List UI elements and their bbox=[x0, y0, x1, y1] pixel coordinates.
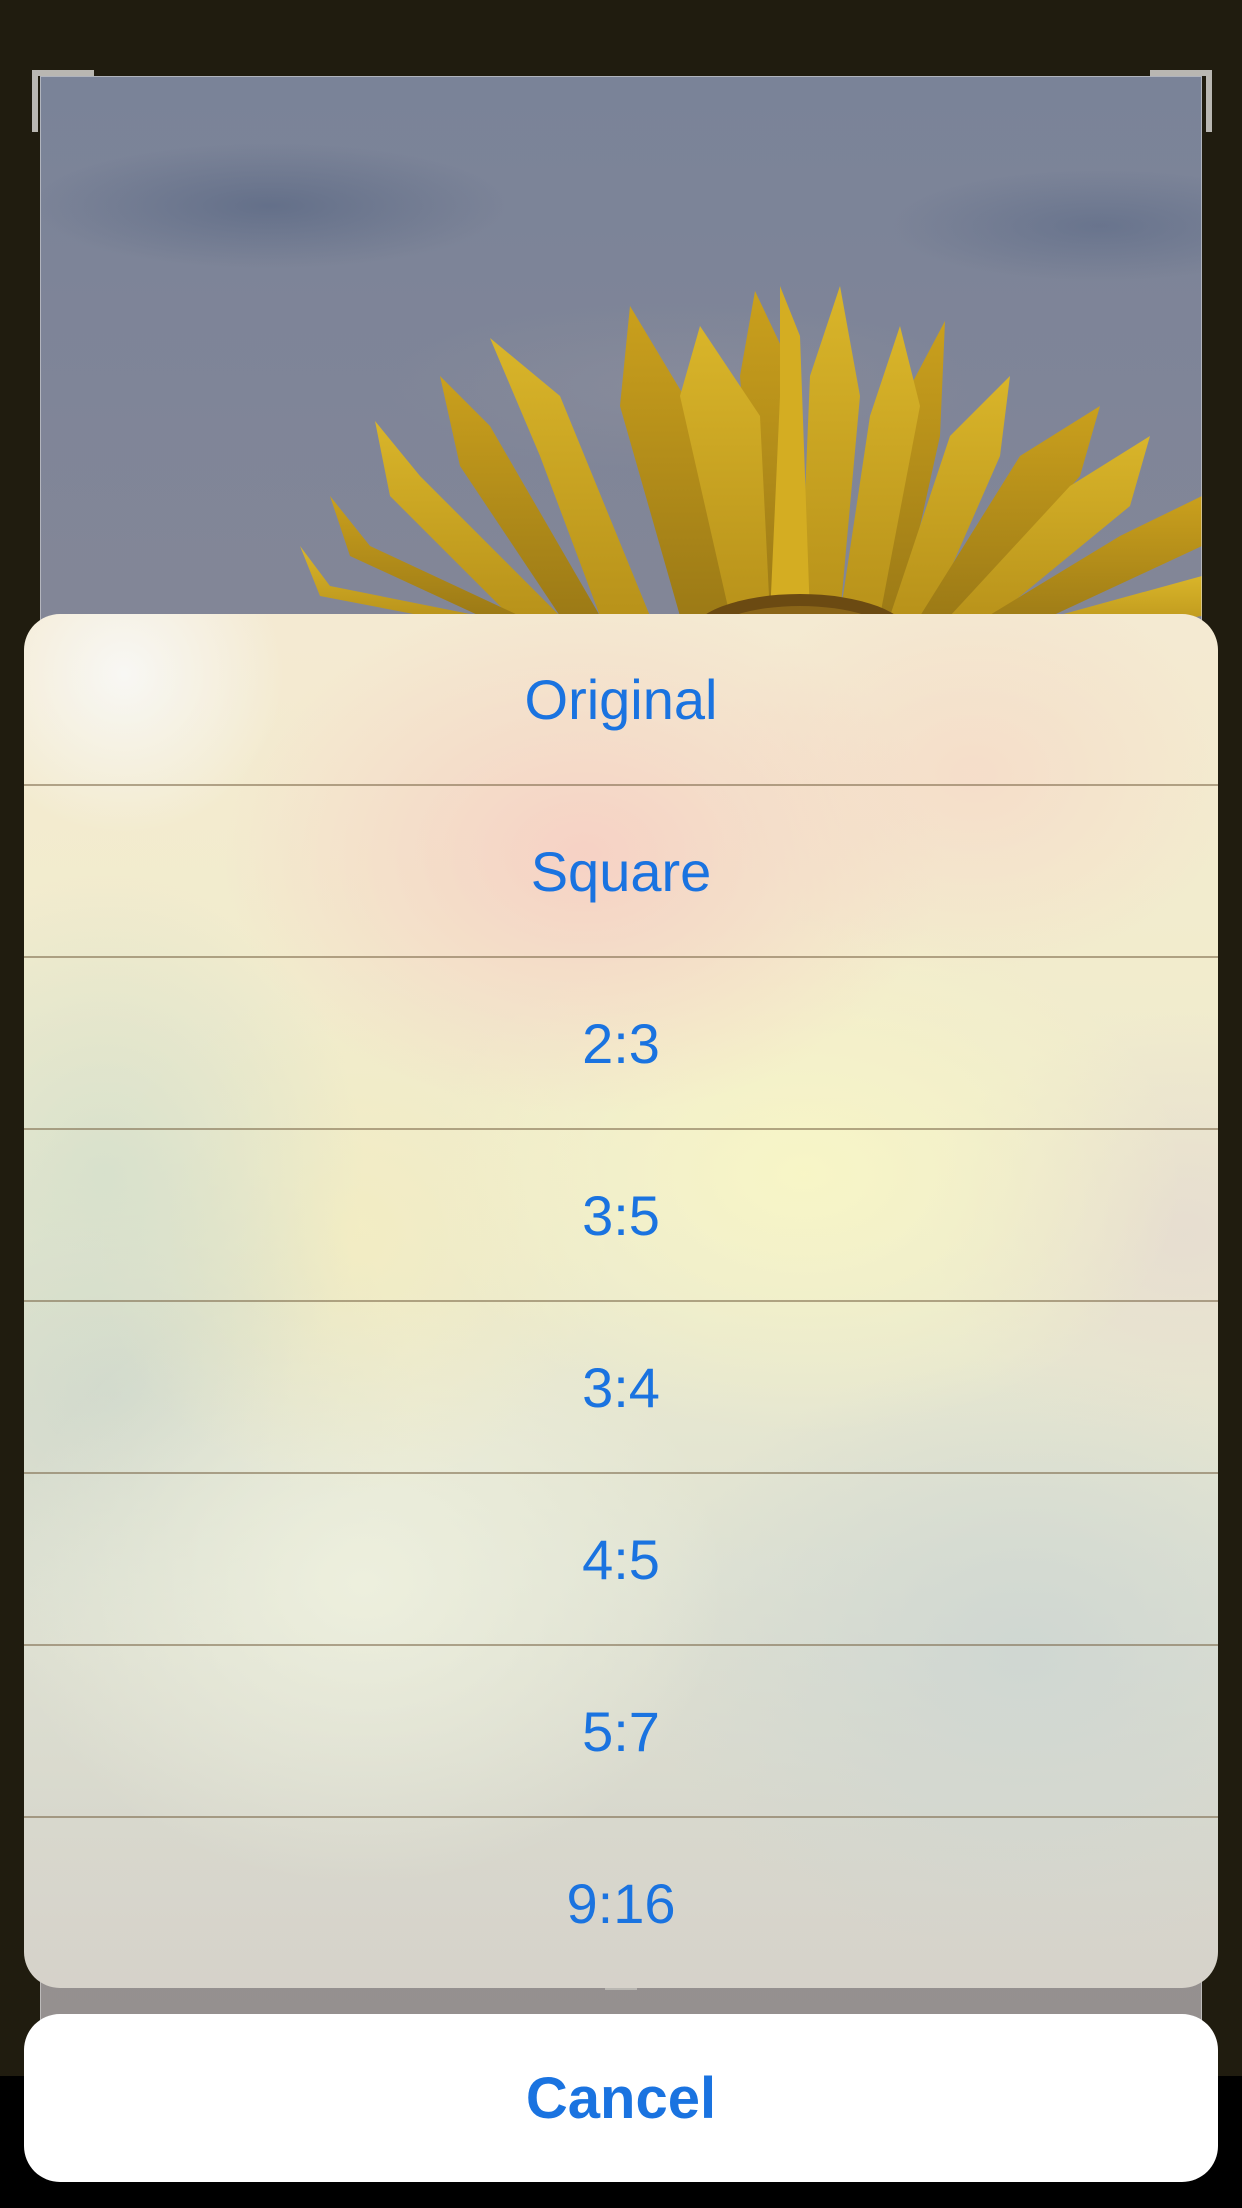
option-original[interactable]: Original bbox=[24, 614, 1218, 785]
option-label: 5:7 bbox=[582, 1700, 660, 1763]
option-5-7[interactable]: 5:7 bbox=[24, 1646, 1218, 1817]
option-label: 3:4 bbox=[582, 1356, 660, 1419]
option-label: 3:5 bbox=[582, 1184, 660, 1247]
cancel-button[interactable]: Cancel bbox=[24, 2014, 1218, 2182]
cancel-label: Cancel bbox=[525, 2065, 717, 2131]
crop-aspect-screen: Original Square 2:3 3:5 3:4 4:5 5:7 9:16… bbox=[0, 0, 1242, 2208]
option-square[interactable]: Square bbox=[24, 786, 1218, 957]
option-3-5[interactable]: 3:5 bbox=[24, 1130, 1218, 1301]
option-label: Original bbox=[524, 668, 718, 731]
option-label: 4:5 bbox=[582, 1528, 660, 1591]
option-label: 9:16 bbox=[566, 1872, 676, 1935]
option-4-5[interactable]: 4:5 bbox=[24, 1474, 1218, 1645]
option-2-3[interactable]: 2:3 bbox=[24, 958, 1218, 1129]
crop-corner-handle-top-right[interactable] bbox=[1150, 70, 1212, 132]
crop-corner-handle-top-left[interactable] bbox=[32, 70, 94, 132]
option-label: 2:3 bbox=[582, 1012, 660, 1075]
option-label: Square bbox=[530, 840, 712, 903]
option-9-16[interactable]: 9:16 bbox=[24, 1818, 1218, 1988]
option-3-4[interactable]: 3:4 bbox=[24, 1302, 1218, 1473]
aspect-ratio-action-sheet: Original Square 2:3 3:5 3:4 4:5 5:7 9:16 bbox=[24, 614, 1218, 1988]
